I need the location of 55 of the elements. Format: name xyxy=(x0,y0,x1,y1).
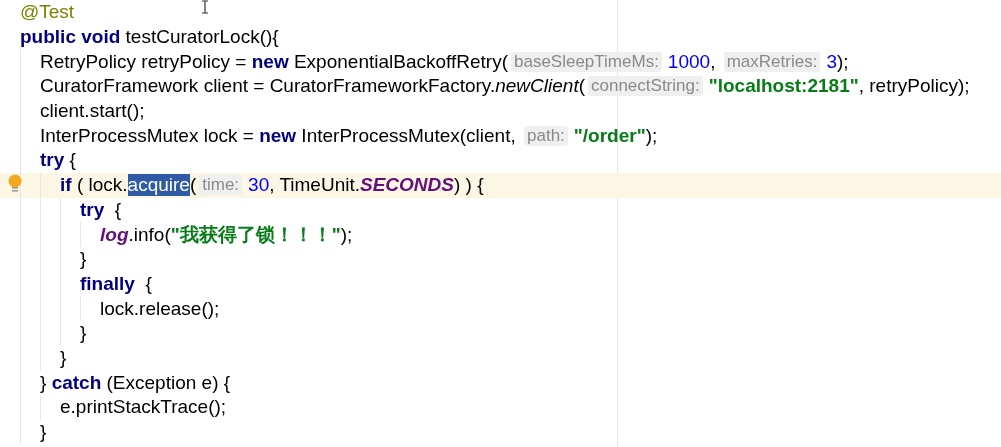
number-literal: 3 xyxy=(826,50,837,73)
lightbulb-icon[interactable] xyxy=(8,173,22,194)
code-text: ExponentialBackoffRetry( xyxy=(292,50,508,73)
parameter-hint: maxRetries: xyxy=(723,51,821,72)
code-editor[interactable] xyxy=(0,0,1001,447)
code-text: } xyxy=(40,371,48,394)
keyword-text: finally xyxy=(80,272,135,295)
code-text: ); xyxy=(340,223,353,246)
code-text: , xyxy=(710,50,717,73)
code-text: } xyxy=(80,248,87,271)
string-literal: "/order" xyxy=(573,124,646,147)
keyword-text: catch xyxy=(51,371,102,394)
code-text: .info( xyxy=(128,223,171,246)
parameter-hint: baseSleepTimeMs: xyxy=(511,51,662,72)
code-text: , TimeUnit. xyxy=(269,174,360,197)
code-text: testCuratorLock(){ xyxy=(124,26,279,49)
parameter-hint: path: xyxy=(524,125,568,146)
code-text: client.start(); xyxy=(40,100,145,123)
parameter-hint: connectString: xyxy=(588,76,703,97)
code-text: ( lock. xyxy=(75,174,128,197)
code-text: } xyxy=(40,421,47,444)
number-literal: 1000 xyxy=(667,50,711,73)
selected-text: acquire xyxy=(127,174,190,197)
static-field: SECONDS xyxy=(360,174,454,197)
code-text: e.printStackTrace(); xyxy=(60,396,227,419)
method-name: newClient xyxy=(495,75,579,98)
parameter-hint: time: xyxy=(199,175,243,196)
code-text: (Exception e) { xyxy=(105,371,231,394)
text-cursor-icon xyxy=(201,0,209,14)
code-text: ); xyxy=(645,124,658,147)
string-literal: "我获得了锁！！！" xyxy=(170,222,341,247)
keyword-text: try xyxy=(40,149,65,172)
code-text: } xyxy=(80,322,87,345)
keyword-text: new xyxy=(259,124,297,147)
annotation-text: @Test xyxy=(20,1,75,24)
code-text: { xyxy=(144,272,152,295)
code-text: CuratorFramework client = CuratorFrameworkFactory. xyxy=(40,75,496,98)
keyword-text: public void xyxy=(20,26,121,49)
number-literal: 30 xyxy=(248,174,270,197)
code-text: lock.release(); xyxy=(100,297,220,320)
code-text: { xyxy=(68,149,76,172)
code-text: ) ) { xyxy=(454,174,484,197)
code-text: , retryPolicy); xyxy=(858,75,970,98)
static-field: log xyxy=(100,223,129,246)
code-text: InterProcessMutex(client, xyxy=(300,124,517,147)
code-text: ); xyxy=(836,50,849,73)
string-literal: "localhost:2181" xyxy=(708,75,859,98)
keyword-text: try xyxy=(80,198,105,221)
code-text: RetryPolicy retryPolicy = xyxy=(40,50,248,73)
code-text: } xyxy=(60,346,67,369)
keyword-text: new xyxy=(251,50,289,73)
code-text: ( xyxy=(189,174,197,197)
code-text: { xyxy=(113,198,122,221)
keyword-text: if xyxy=(60,174,72,197)
code-text: InterProcessMutex lock = xyxy=(40,124,255,147)
